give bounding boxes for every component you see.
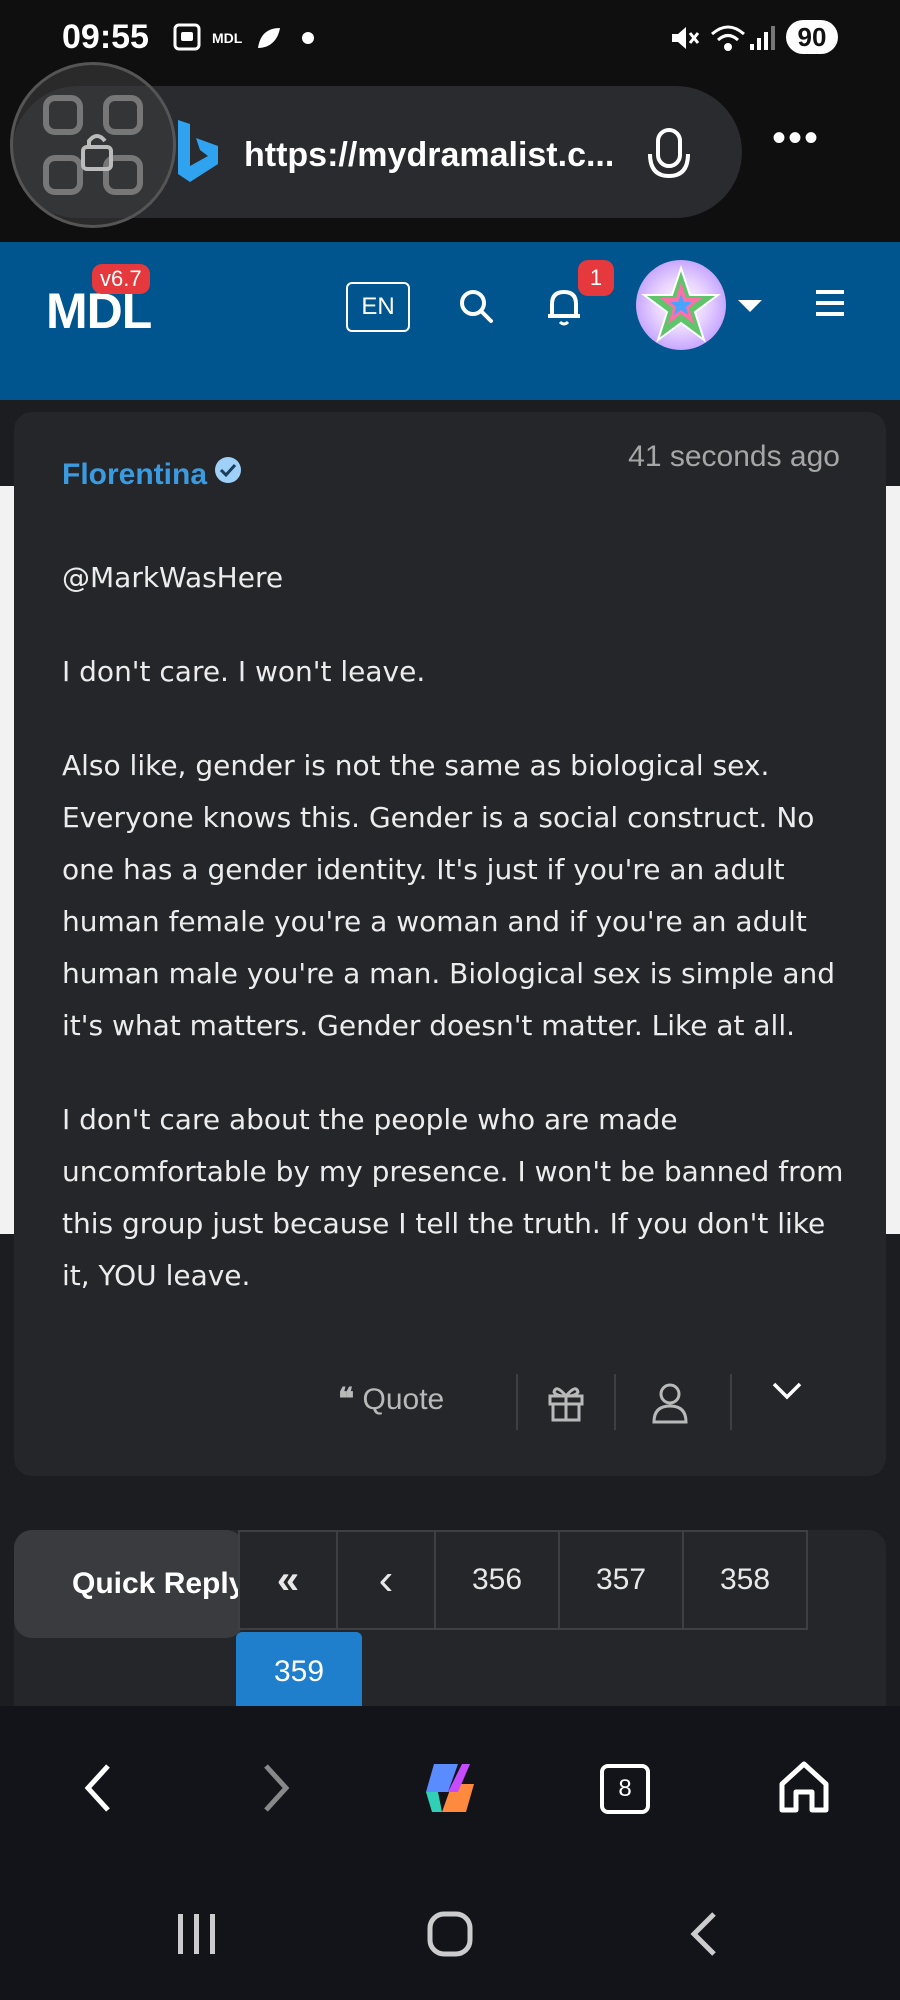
language-button[interactable]: EN xyxy=(346,282,410,332)
quick-reply-button[interactable]: Quick Reply xyxy=(14,1530,244,1638)
status-bar: 09:55 MDL 90 xyxy=(0,0,900,76)
star-avatar-icon xyxy=(640,264,722,343)
comment-paragraph: I don't care. I won't leave. xyxy=(62,655,426,688)
gift-icon[interactable] xyxy=(546,1382,586,1422)
comment-timestamp: 41 seconds ago xyxy=(628,440,840,473)
browser-toolbar: https://mydramalist.c... ••• xyxy=(0,62,900,242)
divider xyxy=(730,1374,732,1430)
comment-author[interactable]: Florentina xyxy=(62,458,207,492)
site-header: MDL v6.7 EN 1 xyxy=(0,242,900,400)
quote-label: Quote xyxy=(362,1383,445,1416)
background-page xyxy=(0,486,14,1234)
forward-icon[interactable] xyxy=(258,1762,294,1814)
quote-icon: ❝ xyxy=(338,1383,355,1416)
tab-count-button[interactable]: 8 xyxy=(600,1764,650,1814)
leaf-icon xyxy=(258,28,280,48)
more-options-button[interactable]: ••• xyxy=(772,118,820,158)
page-button[interactable]: 356 xyxy=(434,1530,560,1630)
menu-icon[interactable] xyxy=(814,288,846,318)
system-back-icon[interactable] xyxy=(686,1910,722,1958)
background-page xyxy=(886,486,900,1234)
notification-badge: 1 xyxy=(578,260,614,296)
bell-icon[interactable] xyxy=(544,286,584,328)
comment-card: Florentina 41 seconds ago @MarkWasHere I… xyxy=(14,412,886,1476)
home-icon[interactable] xyxy=(776,1758,832,1816)
first-page-button[interactable]: « xyxy=(238,1530,338,1630)
comment-actions: ❝ Quote xyxy=(14,1374,886,1434)
chevron-down-icon[interactable] xyxy=(770,1376,804,1406)
divider xyxy=(516,1374,518,1430)
comment-paragraph: I don't care about the people who are ma… xyxy=(62,1103,844,1292)
verified-badge-icon xyxy=(215,457,241,483)
system-home-icon[interactable] xyxy=(426,1910,474,1958)
floating-tab-switcher[interactable] xyxy=(10,62,176,228)
back-icon[interactable] xyxy=(80,1762,116,1814)
url-text[interactable]: https://mydramalist.c... xyxy=(244,136,614,175)
browser-bottom-nav: 8 xyxy=(0,1706,900,2000)
battery-indicator: 90 xyxy=(786,20,838,54)
recent-apps-icon[interactable] xyxy=(172,1910,220,1958)
user-icon[interactable] xyxy=(650,1382,690,1424)
quote-button[interactable]: ❝ Quote xyxy=(338,1382,444,1417)
divider xyxy=(614,1374,616,1430)
prev-page-button[interactable]: ‹ xyxy=(336,1530,436,1630)
version-badge: v6.7 xyxy=(92,264,150,294)
current-page-button[interactable]: 359 xyxy=(236,1632,362,1706)
page-button[interactable]: 358 xyxy=(682,1530,808,1630)
mute-icon xyxy=(672,27,700,49)
account-dropdown-caret[interactable] xyxy=(738,300,762,312)
lock-icon xyxy=(81,134,113,171)
copilot-icon[interactable] xyxy=(418,1756,482,1820)
dot-icon xyxy=(302,32,314,44)
bing-icon xyxy=(178,120,218,182)
signal-icon xyxy=(750,26,775,50)
microphone-icon[interactable] xyxy=(644,126,694,182)
page-button[interactable]: 357 xyxy=(558,1530,684,1630)
comment-body: @MarkWasHere I don't care. I won't leave… xyxy=(62,552,852,1344)
comment-paragraph: Also like, gender is not the same as bio… xyxy=(62,749,835,1042)
user-avatar[interactable] xyxy=(636,260,726,350)
search-icon[interactable] xyxy=(456,286,496,326)
wifi-icon xyxy=(711,25,745,51)
app-notification-label: MDL xyxy=(212,30,243,46)
clock: 09:55 xyxy=(62,18,149,56)
screenshot-icon xyxy=(173,23,201,51)
comment-mention: @MarkWasHere xyxy=(62,561,284,594)
